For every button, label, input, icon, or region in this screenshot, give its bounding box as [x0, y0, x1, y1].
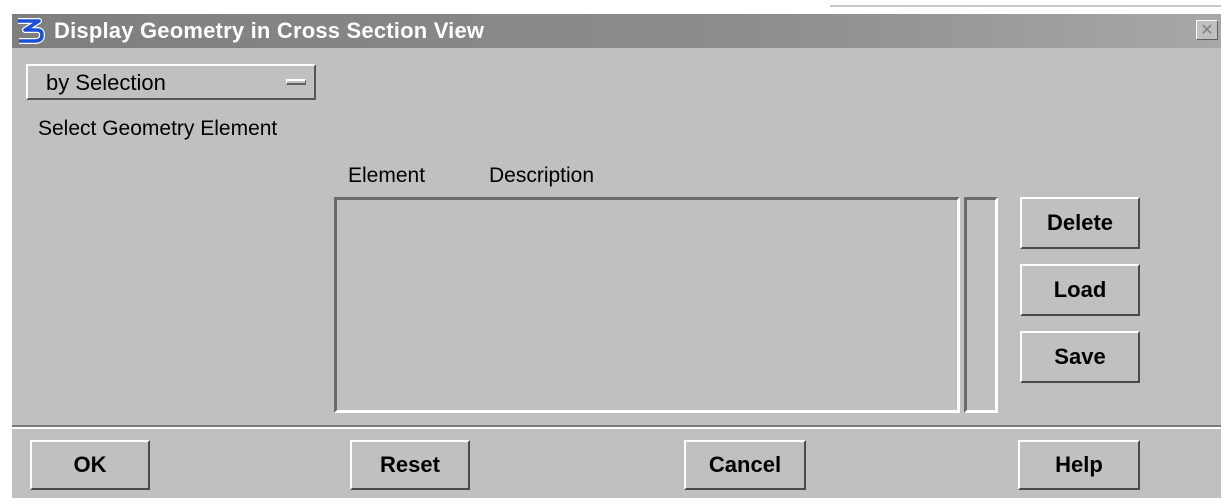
footer-separator — [12, 425, 1221, 429]
background-line — [830, 5, 1221, 7]
close-icon[interactable]: ✕ — [1196, 20, 1218, 40]
help-button[interactable]: Help — [1018, 440, 1140, 490]
option-menu-indicator-icon — [286, 79, 306, 85]
element-list-scrollbar[interactable] — [964, 197, 998, 413]
ok-button[interactable]: OK — [30, 440, 150, 490]
load-button[interactable]: Load — [1020, 264, 1140, 316]
reset-button[interactable]: Reset — [350, 440, 470, 490]
save-button[interactable]: Save — [1020, 331, 1140, 383]
mode-dropdown-value: by Selection — [46, 70, 166, 95]
dialog-window: Display Geometry in Cross Section View ✕… — [10, 14, 1221, 498]
delete-button[interactable]: Delete — [1020, 197, 1140, 249]
window-title: Display Geometry in Cross Section View — [54, 18, 485, 43]
app-logo-icon — [15, 18, 45, 44]
column-header-element: Element — [348, 164, 426, 187]
instruction-label: Select Geometry Element — [38, 117, 278, 140]
column-header-description: Description — [489, 164, 595, 187]
mode-dropdown[interactable]: by Selection — [26, 64, 316, 100]
element-list[interactable] — [334, 197, 960, 413]
title-bar[interactable]: Display Geometry in Cross Section View ✕ — [12, 14, 1221, 48]
cancel-button[interactable]: Cancel — [684, 440, 806, 490]
